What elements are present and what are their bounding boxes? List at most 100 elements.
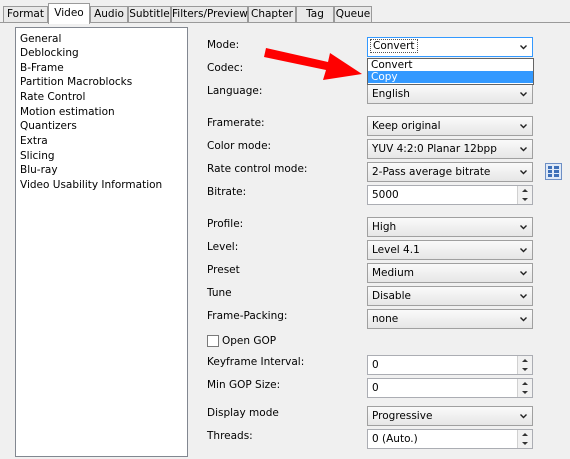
annotation-arrow-icon	[264, 48, 362, 80]
triangle-up-icon	[522, 433, 528, 436]
tab-filters-preview[interactable]: Filters/Preview	[171, 6, 248, 22]
mode-option-convert[interactable]: Convert	[368, 59, 533, 71]
bitrate-stepper[interactable]: 5000	[367, 185, 533, 205]
keyframe-interval-stepper[interactable]: 0	[367, 355, 533, 375]
preset-label: Preset	[207, 264, 240, 276]
level-select[interactable]: Level 4.1	[367, 240, 533, 260]
framerate-select[interactable]: Keep original	[367, 116, 533, 136]
preset-select-value: Medium	[372, 267, 414, 279]
chevron-down-icon	[520, 170, 527, 175]
triangle-down-icon	[522, 198, 528, 201]
chevron-down-icon	[520, 147, 527, 152]
mode-dropdown-list: Convert Copy	[367, 58, 534, 85]
keyframe-interval-value: 0	[372, 359, 379, 371]
sidebar-item-deblocking[interactable]: Deblocking	[20, 46, 79, 60]
bitrate-decrement-button[interactable]	[518, 195, 532, 204]
rate-control-settings-button[interactable]	[545, 163, 562, 180]
chevron-down-icon	[520, 294, 527, 299]
tune-select[interactable]: Disable	[367, 286, 533, 306]
keyframe-interval-label: Keyframe Interval:	[207, 356, 305, 368]
threads-stepper-buttons	[517, 430, 532, 448]
threads-decrement-button[interactable]	[518, 439, 532, 448]
triangle-up-icon	[522, 189, 528, 192]
sidebar-item-b-frame[interactable]: B-Frame	[20, 61, 64, 75]
language-label: Language:	[207, 85, 263, 97]
chevron-down-icon	[520, 92, 527, 97]
language-select[interactable]: English	[367, 84, 533, 104]
sidebar-item-extra[interactable]: Extra	[20, 134, 48, 148]
color-mode-label: Color mode:	[207, 140, 272, 152]
open-gop-label[interactable]: Open GOP	[222, 335, 276, 347]
chevron-down-icon	[520, 271, 527, 276]
frame-packing-label: Frame-Packing:	[207, 310, 288, 322]
profile-select[interactable]: High	[367, 217, 533, 237]
sidebar-item-partition-macroblocks[interactable]: Partition Macroblocks	[20, 75, 132, 89]
tab-subtitle[interactable]: Subtitle	[128, 6, 171, 22]
tab-bar: Format Video Audio Subtitle Filters/Prev…	[0, 0, 570, 24]
sidebar-item-video-usability-information[interactable]: Video Usability Information	[20, 178, 162, 192]
color-mode-select[interactable]: YUV 4:2:0 Planar 12bpp	[367, 139, 533, 159]
framerate-label: Framerate:	[207, 117, 265, 129]
tune-label: Tune	[207, 287, 232, 299]
keyframe-decrement-button[interactable]	[518, 365, 532, 374]
color-mode-select-value: YUV 4:2:0 Planar 12bpp	[372, 143, 497, 155]
sidebar-item-blu-ray[interactable]: Blu-ray	[20, 163, 58, 177]
level-label: Level:	[207, 241, 239, 253]
display-mode-select-value: Progressive	[372, 410, 433, 422]
sidebar-item-general[interactable]: General	[20, 32, 61, 46]
open-gop-checkbox[interactable]	[207, 335, 219, 347]
mode-select-value: Convert	[370, 39, 418, 53]
framerate-select-value: Keep original	[372, 120, 441, 132]
bitrate-stepper-buttons	[517, 186, 532, 204]
profile-label: Profile:	[207, 218, 244, 230]
tab-audio[interactable]: Audio	[90, 6, 128, 22]
tune-select-value: Disable	[372, 290, 411, 302]
rate-control-mode-label: Rate control mode:	[207, 163, 308, 175]
min-gop-size-stepper[interactable]: 0	[367, 378, 533, 398]
min-gop-stepper-buttons	[517, 379, 532, 397]
chevron-down-icon	[520, 317, 527, 322]
display-mode-select[interactable]: Progressive	[367, 406, 533, 426]
sidebar-item-slicing[interactable]: Slicing	[20, 149, 55, 163]
tab-video[interactable]: Video	[48, 3, 90, 24]
mode-option-copy[interactable]: Copy	[368, 71, 533, 83]
tab-format[interactable]: Format	[3, 6, 48, 22]
triangle-up-icon	[522, 382, 528, 385]
bitrate-value: 5000	[372, 189, 399, 201]
sidebar-item-rate-control[interactable]: Rate Control	[20, 90, 85, 104]
sidebar-item-motion-estimation[interactable]: Motion estimation	[20, 105, 115, 119]
level-select-value: Level 4.1	[372, 244, 420, 256]
frame-packing-select[interactable]: none	[367, 309, 533, 329]
chevron-down-icon	[520, 414, 527, 419]
chevron-down-icon	[520, 225, 527, 230]
codec-label: Codec:	[207, 62, 244, 74]
mode-select[interactable]: Convert	[367, 37, 533, 57]
triangle-up-icon	[522, 359, 528, 362]
tab-queue[interactable]: Queue	[334, 6, 372, 22]
preset-select[interactable]: Medium	[367, 263, 533, 283]
min-gop-decrement-button[interactable]	[518, 388, 532, 397]
chevron-down-icon	[520, 248, 527, 253]
chevron-down-icon	[520, 124, 527, 129]
bitrate-label: Bitrate:	[207, 186, 247, 198]
min-gop-size-value: 0	[372, 382, 379, 394]
keyframe-stepper-buttons	[517, 356, 532, 374]
triangle-down-icon	[522, 368, 528, 371]
display-mode-label: Display mode	[207, 407, 279, 419]
grid-icon	[548, 166, 559, 177]
language-select-value: English	[372, 88, 410, 100]
threads-value: 0 (Auto.)	[372, 433, 418, 445]
tab-chapter[interactable]: Chapter	[248, 6, 296, 22]
sidebar-item-quantizers[interactable]: Quantizers	[20, 119, 77, 133]
rate-control-mode-select-value: 2-Pass average bitrate	[372, 166, 491, 178]
settings-category-list[interactable]: General Deblocking B-Frame Partition Mac…	[15, 27, 188, 457]
tab-tag[interactable]: Tag	[296, 6, 334, 22]
frame-packing-select-value: none	[372, 313, 399, 325]
profile-select-value: High	[372, 221, 397, 233]
rate-control-mode-select[interactable]: 2-Pass average bitrate	[367, 162, 533, 182]
min-gop-size-label: Min GOP Size:	[207, 379, 281, 391]
mode-label: Mode:	[207, 39, 240, 51]
chevron-down-icon	[520, 45, 527, 50]
threads-label: Threads:	[207, 430, 253, 442]
threads-stepper[interactable]: 0 (Auto.)	[367, 429, 533, 449]
